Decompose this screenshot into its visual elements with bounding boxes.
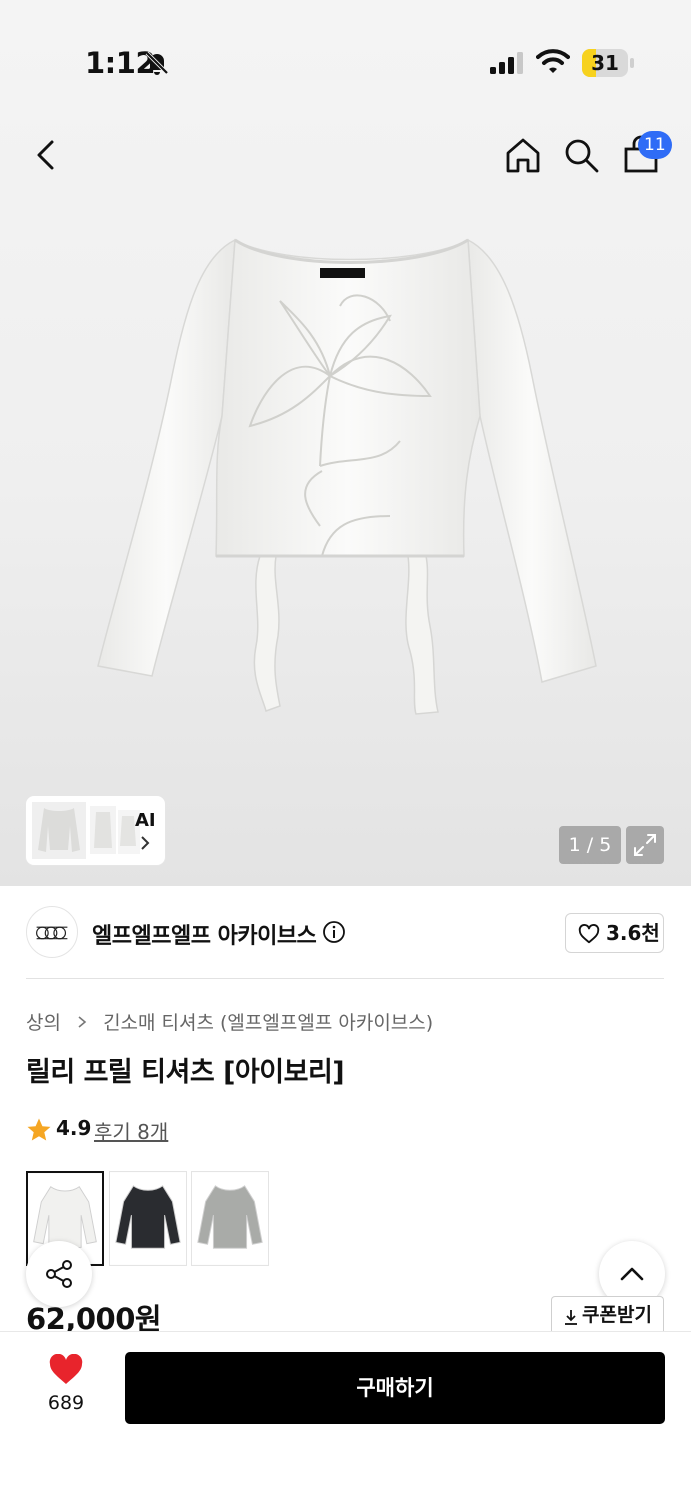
expand-image-button[interactable]	[626, 826, 664, 864]
status-bar: 1:12 31	[0, 0, 691, 120]
color-thumbnail-gray	[192, 1172, 268, 1265]
product-image-gallery[interactable]: 1:12 31 11 AI 1 / 5	[0, 0, 691, 886]
cellular-signal-icon	[490, 52, 523, 74]
image-page-counter: 1 / 5	[559, 826, 621, 864]
back-arrow-icon[interactable]	[26, 134, 68, 176]
wishlist-button[interactable]: 689	[26, 1350, 106, 1422]
brand-logo[interactable]	[26, 906, 78, 958]
home-icon[interactable]	[502, 134, 544, 176]
battery-percent: 31	[591, 51, 619, 75]
buy-button[interactable]: 구매하기	[125, 1352, 665, 1424]
share-icon	[46, 1260, 72, 1288]
coupon-label: 쿠폰받기	[582, 1304, 652, 1326]
wifi-icon	[536, 49, 570, 73]
wishlist-count: 689	[47, 1392, 85, 1414]
breadcrumb-category[interactable]: 상의	[26, 1008, 61, 1035]
brand-logo-mark	[36, 926, 68, 940]
divider	[26, 978, 664, 979]
info-icon[interactable]	[322, 920, 346, 944]
color-option-black[interactable]	[109, 1171, 187, 1266]
brand-like-button[interactable]: 3.6천	[565, 913, 664, 953]
breadcrumb-subcategory[interactable]: 긴소매 티셔츠 (엘프엘프엘프 아카이브스)	[103, 1008, 433, 1035]
rating-value: 4.9	[56, 1116, 92, 1140]
heart-outline-icon	[578, 924, 600, 944]
chevron-right-icon	[78, 1015, 87, 1028]
expand-icon	[634, 834, 656, 856]
ai-label: AI	[135, 810, 156, 831]
color-option-gray[interactable]	[191, 1171, 269, 1266]
review-count-link[interactable]: 후기 8개	[94, 1116, 168, 1145]
coupon-download-button[interactable]: 쿠폰받기	[551, 1296, 664, 1334]
brand-name[interactable]: 엘프엘프엘프 아카이브스	[92, 918, 317, 950]
cart-count-badge: 11	[638, 131, 672, 159]
battery-indicator: 31	[582, 49, 634, 77]
product-photo	[97, 238, 597, 715]
color-thumbnail-black	[110, 1172, 186, 1265]
chevron-up-icon	[620, 1267, 644, 1281]
product-title: 릴리 프릴 티셔츠 [아이보리]	[26, 1057, 345, 1088]
brand-like-count: 3.6천	[606, 921, 660, 945]
download-icon	[565, 1310, 577, 1325]
ai-lookbook-thumbnail	[30, 800, 152, 861]
chevron-right-icon[interactable]	[138, 834, 152, 852]
heart-filled-icon	[49, 1354, 83, 1384]
bell-off-icon	[145, 51, 169, 75]
star-icon	[27, 1118, 51, 1141]
breadcrumb: 상의 긴소매 티셔츠 (엘프엘프엘프 아카이브스)	[26, 1008, 433, 1034]
search-icon[interactable]	[560, 134, 602, 176]
